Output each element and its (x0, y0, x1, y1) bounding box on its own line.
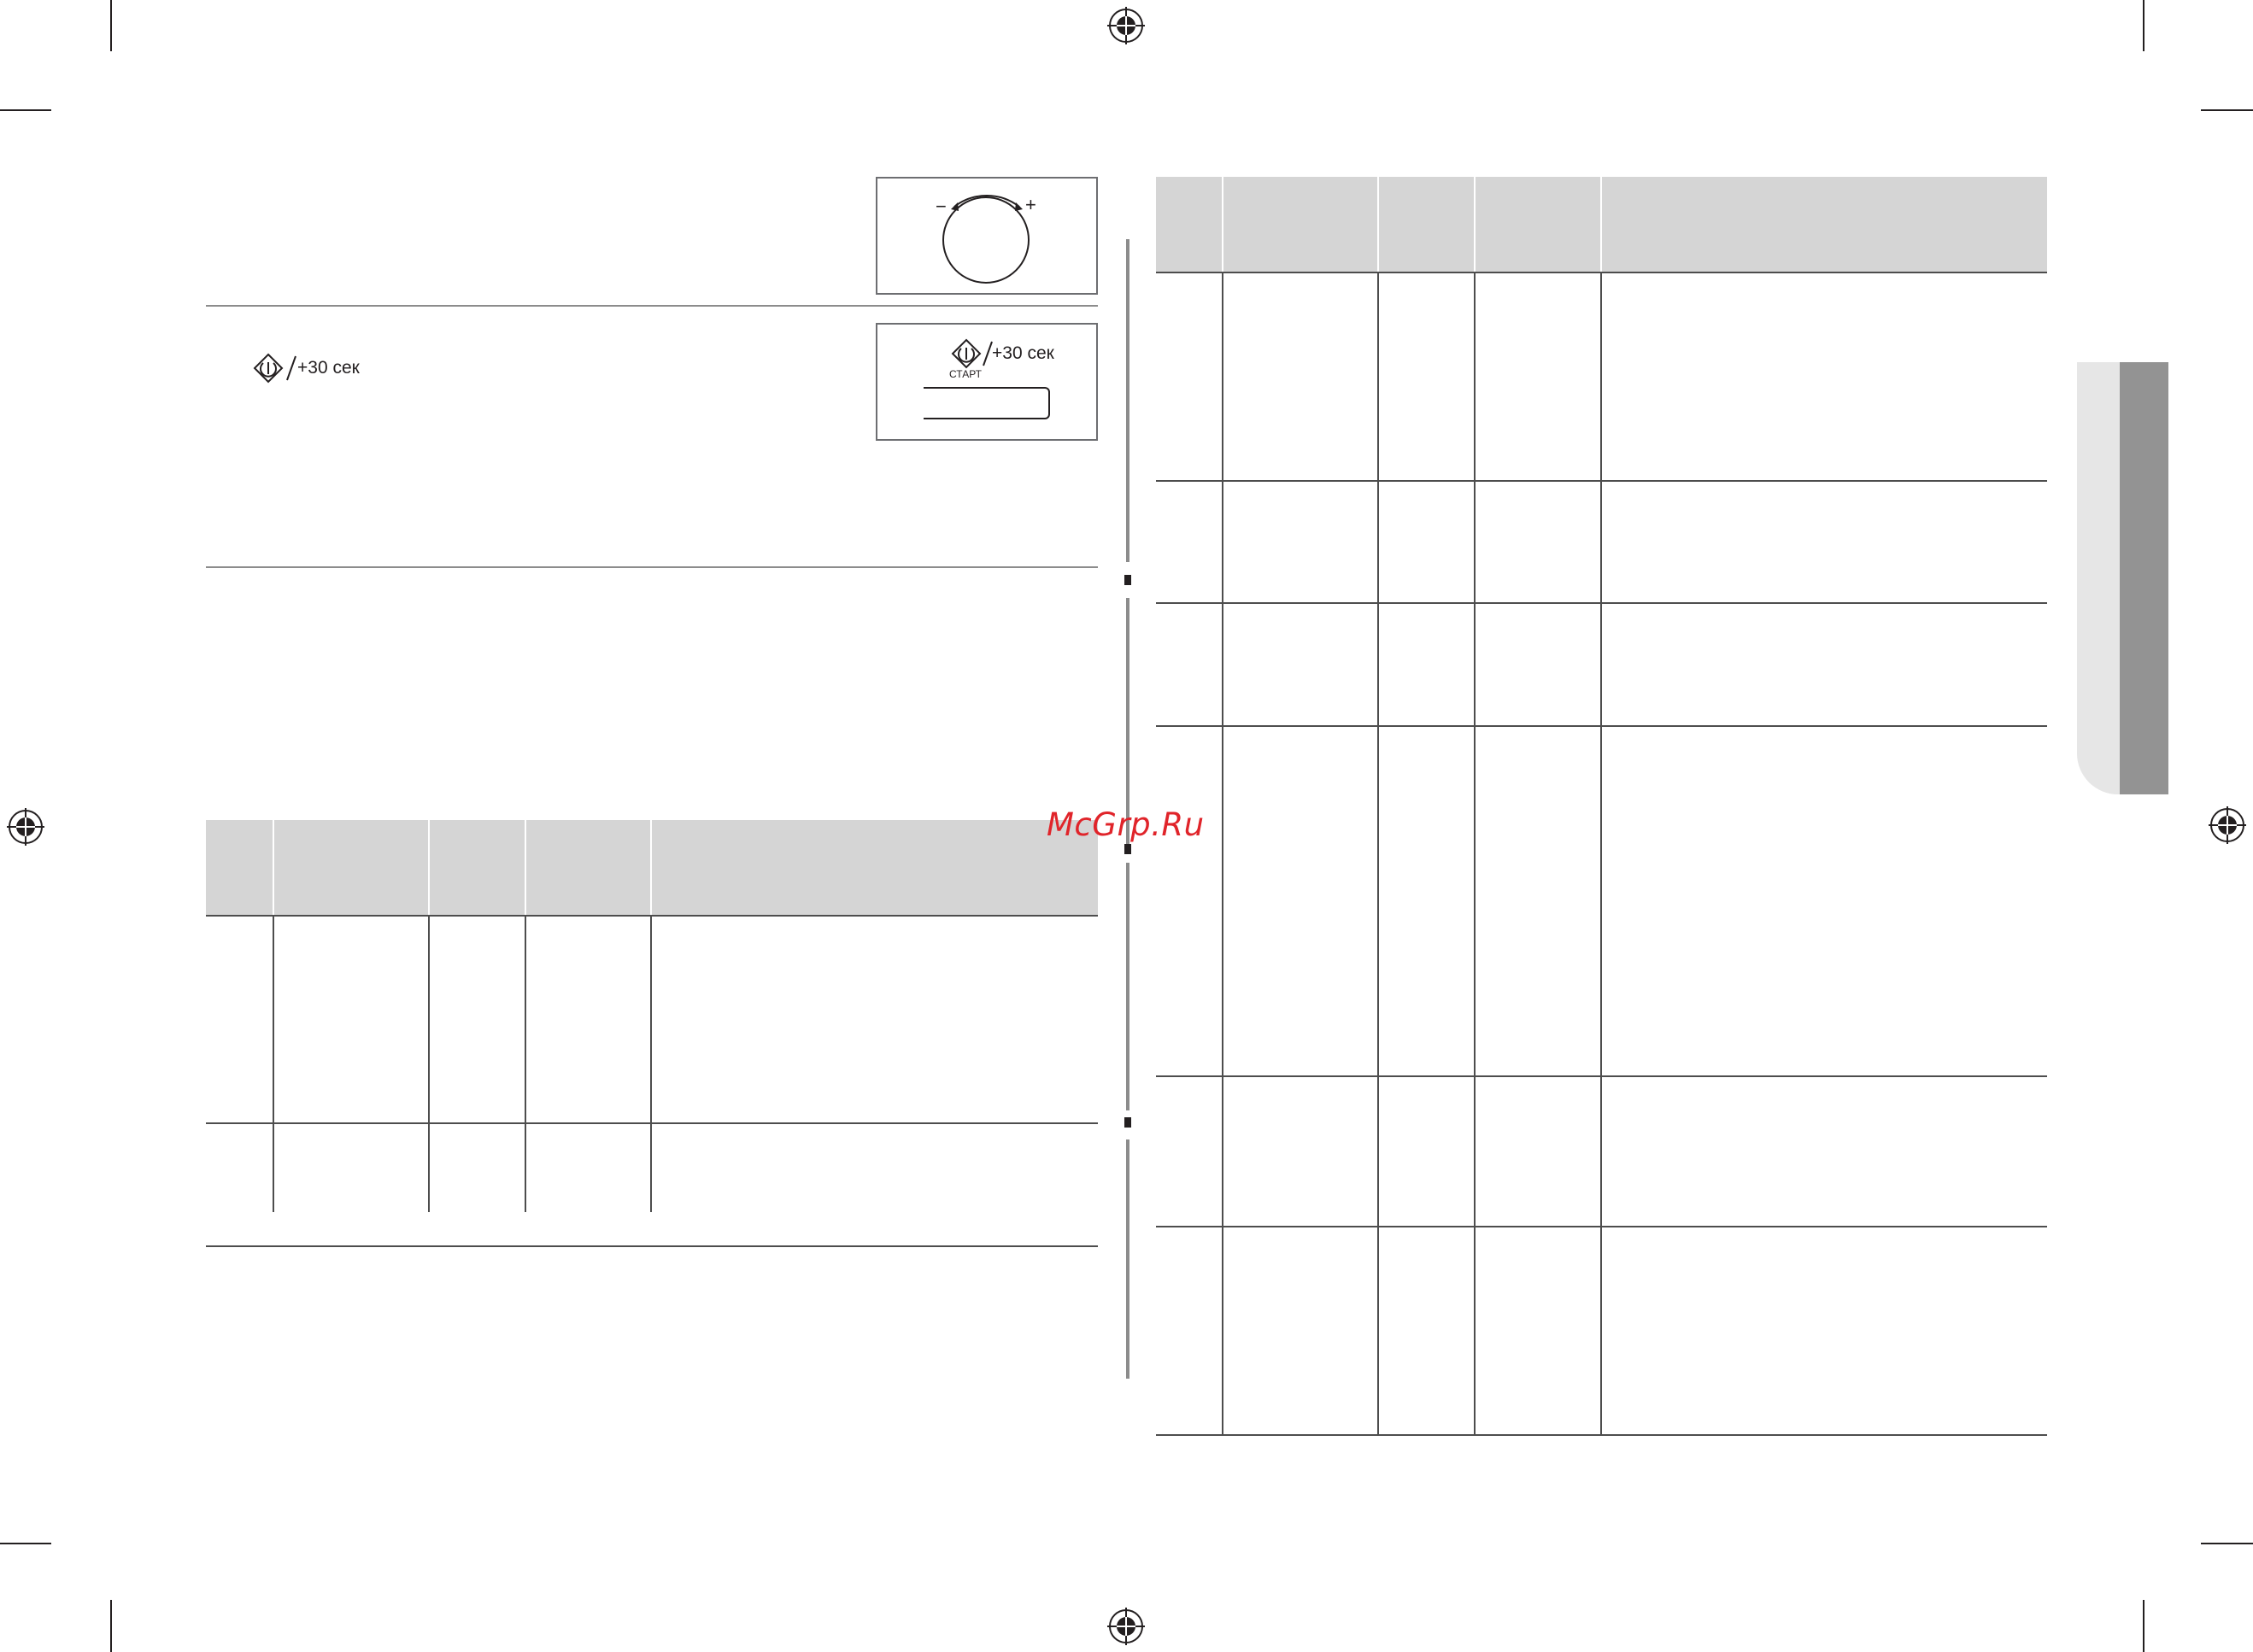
header-divider (650, 820, 652, 916)
registration-mark-icon (1107, 1608, 1145, 1645)
column-divider (1377, 272, 1379, 1435)
section-tab-light (2077, 362, 2120, 794)
start-time-label: +30 сек (297, 358, 360, 378)
dial-minus-label: − (936, 196, 947, 217)
column-divider (525, 916, 526, 1212)
watermark: McGrp.Ru (1047, 806, 1205, 843)
dial-plus-label: + (1025, 194, 1036, 215)
slash-icon (286, 355, 296, 381)
right-table (1156, 177, 2047, 1437)
table-row-border (206, 1245, 1098, 1247)
table-row-border (1156, 1075, 2047, 1077)
table-row-border (1156, 1226, 2047, 1227)
header-divider (1600, 177, 1602, 272)
section-tab-dark (2120, 362, 2168, 794)
header-divider (525, 820, 526, 916)
registration-mark-icon (2209, 806, 2246, 844)
column-divider (1600, 272, 1602, 1435)
registration-mark-icon (7, 808, 44, 846)
fold-tick (1124, 844, 1131, 854)
table-row-border (1156, 1434, 2047, 1436)
dial-figure: − + (876, 177, 1098, 295)
start-diamond-icon (253, 353, 284, 384)
left-table (206, 820, 1098, 1247)
header-divider (428, 820, 430, 916)
fold-tick (1124, 1117, 1131, 1128)
crop-mark (2201, 1543, 2253, 1544)
header-divider (273, 820, 274, 916)
dial-knob-icon (942, 195, 1030, 284)
crop-mark (110, 0, 112, 51)
table-row-border (1156, 480, 2047, 482)
page-fold-line (1126, 1139, 1129, 1379)
crop-mark (2143, 1600, 2144, 1652)
table-row-border (1156, 725, 2047, 727)
section-divider (206, 566, 1098, 568)
column-divider (650, 916, 652, 1212)
header-divider (1377, 177, 1379, 272)
header-divider (1222, 177, 1223, 272)
crop-mark (2143, 0, 2144, 51)
crop-mark (2201, 109, 2253, 111)
column-divider (428, 916, 430, 1212)
table-row-border (1156, 602, 2047, 604)
registration-mark-icon (1107, 7, 1145, 44)
fold-tick (1124, 575, 1131, 585)
column-divider (1474, 272, 1476, 1435)
start-button-outline (924, 387, 1050, 419)
table-row-border (206, 1122, 1098, 1124)
start-panel-figure: +30 сек СТАРТ (876, 323, 1098, 441)
column-divider (273, 916, 274, 1212)
header-divider (1474, 177, 1476, 272)
crop-mark (0, 1543, 51, 1544)
crop-mark (110, 1600, 112, 1652)
crop-mark (0, 109, 51, 111)
panel-start-label: СТАРТ (949, 368, 982, 380)
panel-time-label: +30 сек (992, 343, 1054, 363)
table-header (206, 820, 1098, 916)
table-row-border (206, 915, 1098, 917)
page-fold-line (1126, 863, 1129, 1110)
column-divider (1222, 272, 1223, 1435)
page-fold-line (1126, 239, 1129, 562)
section-divider (206, 305, 1098, 307)
start-diamond-icon (951, 338, 982, 369)
